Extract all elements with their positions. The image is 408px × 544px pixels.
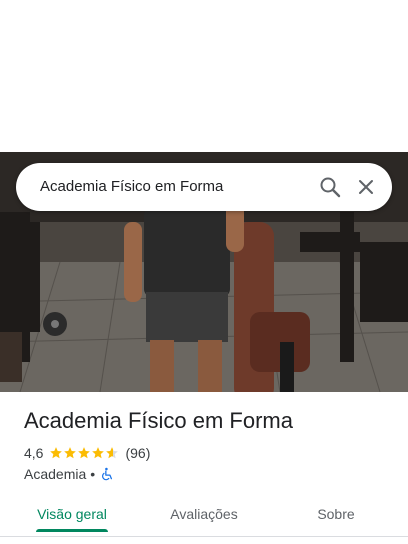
star-icon [50, 447, 63, 459]
review-count[interactable]: (96) [125, 445, 150, 461]
tab-reviews[interactable]: Avaliações [156, 496, 252, 532]
star-icon [78, 447, 91, 459]
star-rating [49, 446, 119, 460]
tab-about[interactable]: Sobre [288, 496, 384, 532]
close-icon[interactable] [354, 175, 378, 199]
separator-dot: • [90, 466, 96, 482]
search-icon[interactable] [318, 175, 342, 199]
active-tab-indicator [36, 529, 108, 532]
rating-value: 4,6 [24, 445, 44, 461]
map-area-blank [0, 0, 408, 152]
tab-overview[interactable]: Visão geral [24, 496, 120, 532]
star-icon [92, 447, 105, 459]
search-bar[interactable]: Academia Físico em Forma [16, 163, 392, 211]
wheelchair-icon [100, 467, 114, 481]
tabs-divider [0, 536, 408, 537]
category-row: Academia • [24, 465, 114, 483]
place-tabs: Visão geral Avaliações Sobre [0, 496, 408, 536]
star-icon [64, 447, 77, 459]
search-input[interactable]: Academia Físico em Forma [40, 163, 223, 211]
place-category: Academia [24, 466, 87, 482]
rating-row[interactable]: 4,6 (96) [24, 444, 150, 462]
star-icon [106, 447, 119, 459]
place-title: Academia Físico em Forma [24, 408, 293, 433]
